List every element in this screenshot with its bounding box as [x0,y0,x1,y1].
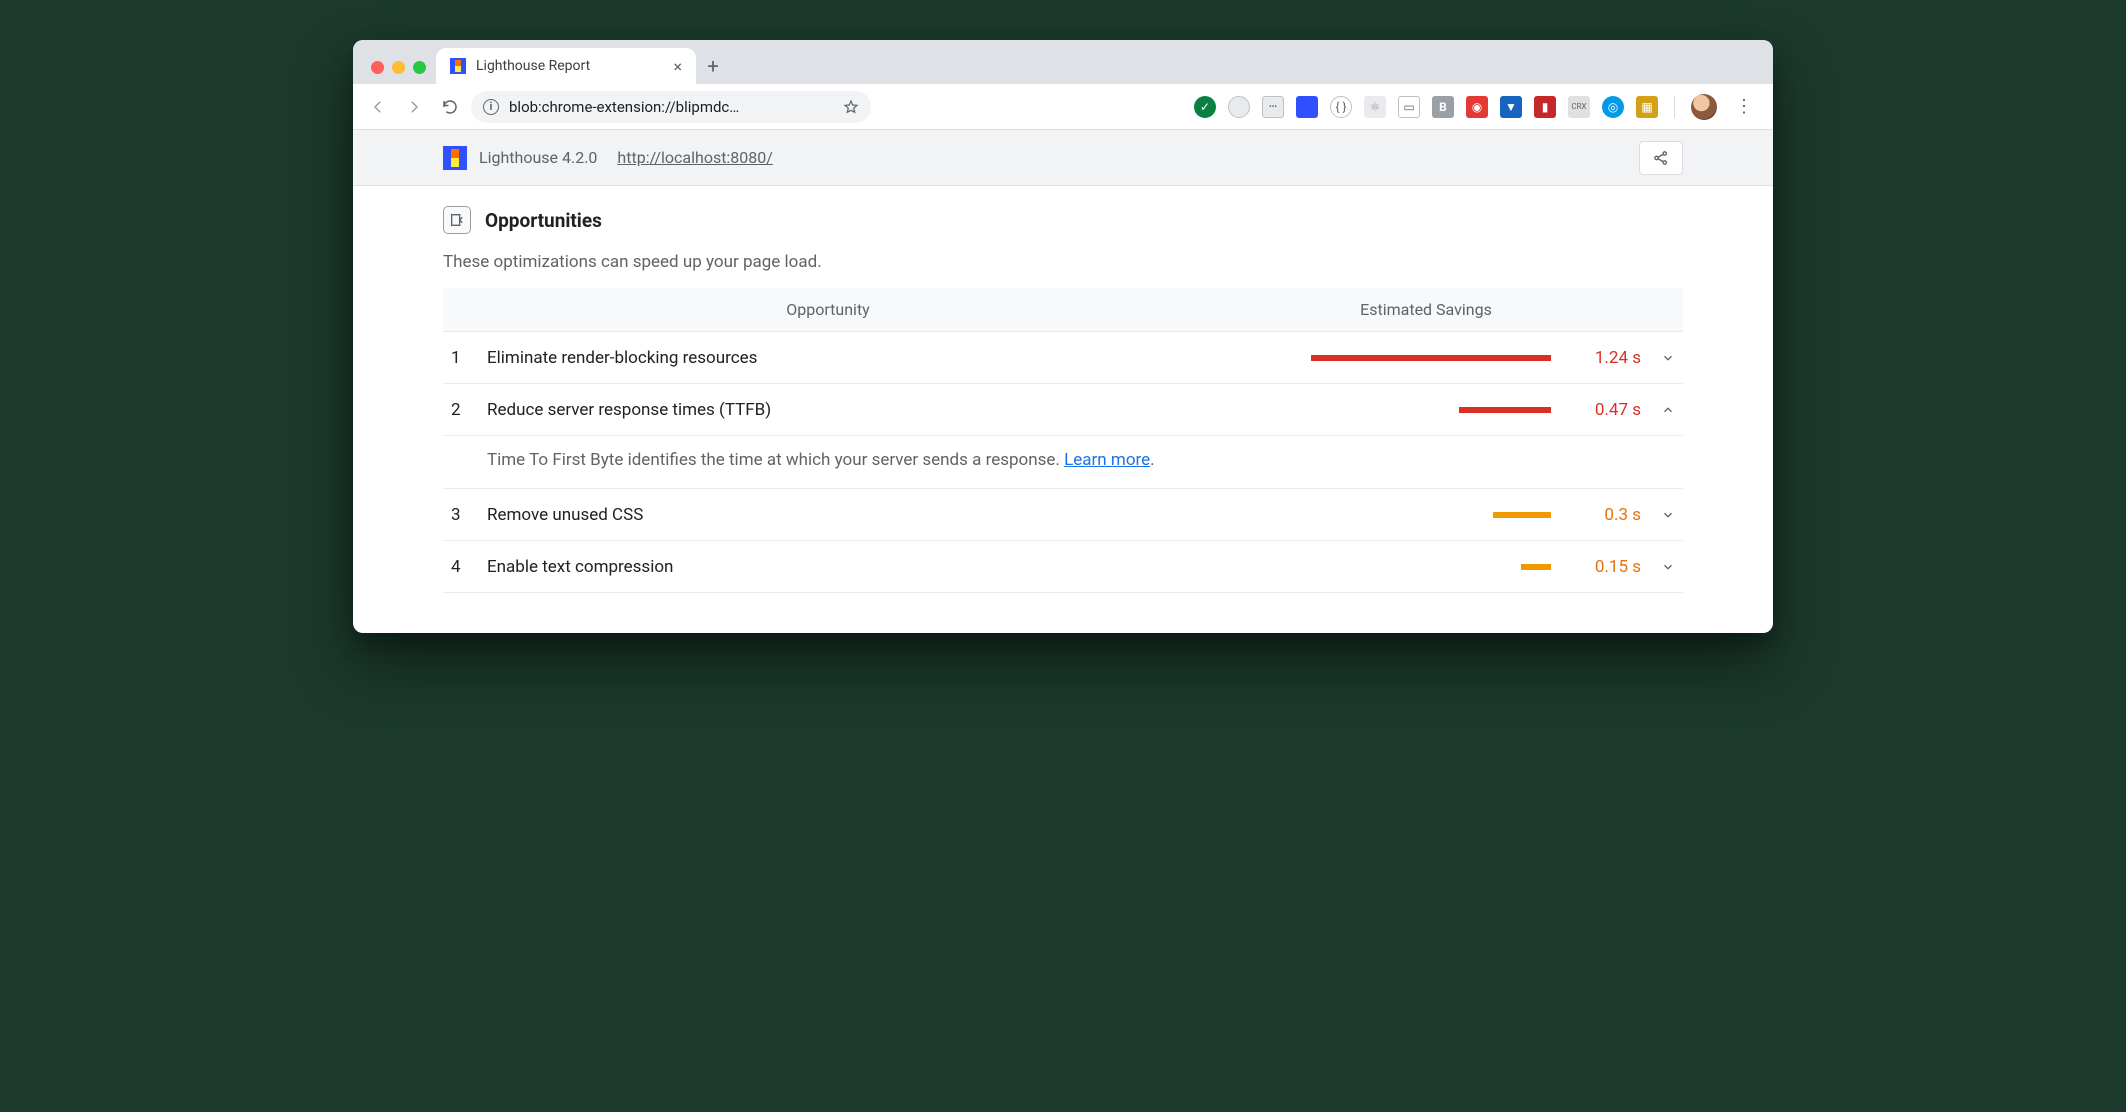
browser-tab[interactable]: Lighthouse Report × [436,48,696,84]
opportunity-row[interactable]: 4Enable text compression 0.15 s [443,541,1683,593]
forward-button[interactable] [399,92,429,122]
opportunity-row[interactable]: 1Eliminate render-blocking resources 1.24… [443,332,1683,384]
extensions-row: ✓ ••• { } ⚛ ▭ B ◉ ▼ ▮ CRX ◎ ▦ ⋮ [889,94,1763,120]
extension-icon[interactable]: ⚛ [1364,96,1386,118]
extension-icon[interactable]: ✓ [1194,96,1216,118]
back-button[interactable] [363,92,393,122]
extension-icon[interactable]: ••• [1262,96,1284,118]
lighthouse-extension-icon[interactable] [1296,96,1318,118]
extension-icon[interactable]: ▼ [1500,96,1522,118]
opportunity-name: Eliminate render-blocking resources [487,348,1169,368]
address-bar[interactable]: i blob:chrome-extension://blipmdc… [471,91,871,123]
share-icon [1652,149,1670,167]
report-body: Opportunities These optimizations can sp… [353,186,1773,633]
chevron-down-icon[interactable] [1659,508,1677,522]
opportunity-savings: 0.3 s [1169,505,1683,525]
opportunities-list: 1Eliminate render-blocking resources 1.24… [443,332,1683,593]
bookmark-icon[interactable] [843,99,859,115]
arrow-right-icon [405,98,423,116]
browser-toolbar: i blob:chrome-extension://blipmdc… ✓ •••… [353,84,1773,130]
minimize-window-button[interactable] [392,61,405,74]
arrow-left-icon [369,98,387,116]
opportunity-index: 1 [443,348,487,368]
lighthouse-header: Lighthouse 4.2.0 http://localhost:8080/ [353,130,1773,186]
chevron-down-icon[interactable] [1659,351,1677,365]
section-title: Opportunities [485,209,602,232]
extension-icon[interactable]: ◎ [1602,96,1624,118]
chevron-down-icon[interactable] [1659,560,1677,574]
savings-bar [1311,355,1551,361]
opportunity-savings: 0.15 s [1169,557,1683,577]
opportunity-name: Reduce server response times (TTFB) [487,400,1169,420]
column-savings: Estimated Savings [1169,300,1683,319]
opportunities-table-header: Opportunity Estimated Savings [443,288,1683,332]
extension-icon[interactable]: ▭ [1398,96,1420,118]
window-controls [367,61,436,84]
extension-icon[interactable]: ▮ [1534,96,1556,118]
extension-icon[interactable] [1228,96,1250,118]
tab-title: Lighthouse Report [476,58,590,74]
savings-value: 0.47 s [1569,400,1641,420]
column-opportunity: Opportunity [487,300,1169,319]
opportunity-savings: 1.24 s [1169,348,1683,368]
opportunity-row[interactable]: 2Reduce server response times (TTFB) 0.47… [443,384,1683,436]
section-description: These optimizations can speed up your pa… [443,252,1683,272]
browser-window: Lighthouse Report × + i blob:chrome-exte… [353,40,1773,633]
extension-icon[interactable]: B [1432,96,1454,118]
opportunities-icon [443,206,471,234]
url-text: blob:chrome-extension://blipmdc… [509,98,833,116]
tab-strip: Lighthouse Report × + [353,40,1773,84]
profile-avatar[interactable] [1691,94,1717,120]
extension-icon[interactable]: ◉ [1466,96,1488,118]
savings-value: 0.3 s [1569,505,1641,525]
savings-bar [1459,407,1551,413]
savings-bar [1493,512,1551,518]
learn-more-link[interactable]: Learn more [1064,450,1150,470]
new-tab-button[interactable]: + [696,54,730,84]
savings-value: 1.24 s [1569,348,1641,368]
savings-bar [1521,564,1551,570]
lighthouse-version: Lighthouse 4.2.0 [479,148,597,167]
extension-icon[interactable]: CRX [1568,96,1590,118]
share-button[interactable] [1639,141,1683,175]
toolbar-divider [1674,96,1675,118]
opportunity-name: Remove unused CSS [487,505,1169,525]
opportunity-index: 2 [443,400,487,420]
chrome-menu-button[interactable]: ⋮ [1729,96,1759,117]
opportunity-name: Enable text compression [487,557,1169,577]
chevron-up-icon[interactable] [1659,403,1677,417]
extension-icon[interactable]: { } [1330,96,1352,118]
tested-url-link[interactable]: http://localhost:8080/ [617,148,772,167]
savings-value: 0.15 s [1569,557,1641,577]
section-header: Opportunities [443,206,1683,234]
opportunity-index: 3 [443,505,487,525]
reload-button[interactable] [435,92,465,122]
lighthouse-logo-icon [443,146,467,170]
reload-icon [441,98,459,116]
maximize-window-button[interactable] [413,61,426,74]
opportunity-index: 4 [443,557,487,577]
site-info-icon[interactable]: i [483,99,499,115]
opportunity-row[interactable]: 3Remove unused CSS 0.3 s [443,489,1683,541]
detail-text: Time To First Byte identifies the time a… [487,450,1064,470]
opportunity-detail: Time To First Byte identifies the time a… [443,436,1683,489]
opportunity-savings: 0.47 s [1169,400,1683,420]
lighthouse-favicon-icon [450,58,466,74]
close-window-button[interactable] [371,61,384,74]
extension-icon[interactable]: ▦ [1636,96,1658,118]
close-tab-icon[interactable]: × [673,57,682,76]
